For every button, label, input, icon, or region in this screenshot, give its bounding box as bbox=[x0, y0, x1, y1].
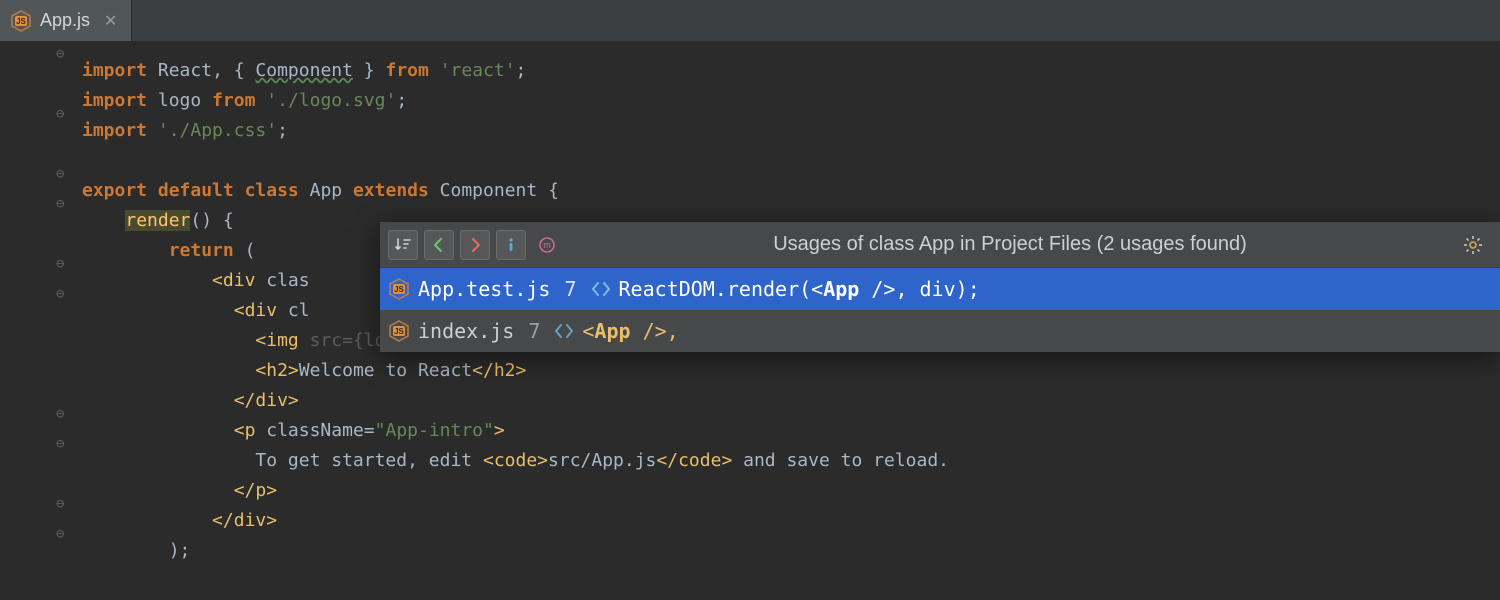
tag-h2: h2 bbox=[266, 360, 288, 381]
tag-angle-icon bbox=[554, 321, 574, 341]
tag-h2-close: h2 bbox=[494, 360, 516, 381]
fold-marker[interactable]: ⊖ bbox=[56, 46, 64, 62]
prev-occurrence-icon[interactable] bbox=[424, 230, 454, 260]
tag-div: div bbox=[223, 270, 256, 291]
info-icon[interactable] bbox=[496, 230, 526, 260]
tag-p-close: p bbox=[255, 480, 266, 501]
text-srcappjs: src/App.js bbox=[548, 450, 656, 471]
id-react: React bbox=[158, 60, 212, 81]
id-component: Component bbox=[255, 60, 353, 81]
str-appcss: './App.css' bbox=[158, 120, 277, 141]
kw-class: class bbox=[245, 180, 299, 201]
next-occurrence-icon[interactable] bbox=[460, 230, 490, 260]
fold-marker[interactable]: ⊖ bbox=[56, 406, 64, 422]
kw-import: import bbox=[82, 120, 147, 141]
sort-icon[interactable] bbox=[388, 230, 418, 260]
tag-div: div bbox=[245, 300, 278, 321]
fold-marker[interactable]: ⊖ bbox=[56, 526, 64, 542]
tag-div-close: div bbox=[234, 510, 267, 531]
text-welcome: Welcome to React bbox=[299, 360, 472, 381]
id-component: Component bbox=[440, 180, 538, 201]
usage-code: <App />, bbox=[582, 319, 678, 343]
kw-import: import bbox=[82, 90, 147, 111]
kw-return: return bbox=[169, 240, 234, 261]
usage-line: 7 bbox=[564, 277, 576, 301]
attr-classname-partial: clas bbox=[266, 270, 309, 291]
usage-row[interactable]: JS index.js 7 <App />, bbox=[380, 310, 1500, 352]
kw-from: from bbox=[212, 90, 255, 111]
popup-toolbar: m Usages of class App in Project Files (… bbox=[380, 222, 1500, 268]
usage-line: 7 bbox=[528, 319, 540, 343]
usage-row[interactable]: JS App.test.js 7 ReactDOM.render(<App />… bbox=[380, 268, 1500, 310]
tag-code-close: code bbox=[678, 450, 721, 471]
close-icon[interactable]: ✕ bbox=[104, 11, 117, 31]
module-icon[interactable]: m bbox=[532, 230, 562, 260]
svg-text:m: m bbox=[543, 240, 551, 250]
fold-marker[interactable]: ⊖ bbox=[56, 166, 64, 182]
gutter: ⊖ ⊖ ⊖ ⊖ ⊖ ⊖ ⊖ ⊖ ⊖ ⊖ bbox=[0, 42, 72, 566]
fold-marker[interactable]: ⊖ bbox=[56, 496, 64, 512]
usage-file: index.js bbox=[418, 319, 514, 343]
usage-file: App.test.js bbox=[418, 277, 550, 301]
svg-text:JS: JS bbox=[16, 17, 26, 26]
kw-from: from bbox=[385, 60, 428, 81]
kw-import: import bbox=[82, 60, 147, 81]
js-file-icon: JS bbox=[388, 278, 410, 300]
tag-p: p bbox=[245, 420, 256, 441]
tag-div-close: div bbox=[255, 390, 288, 411]
editor-tab[interactable]: JS App.js ✕ bbox=[0, 0, 132, 41]
svg-text:JS: JS bbox=[394, 285, 404, 294]
tag-angle-icon bbox=[591, 279, 611, 299]
popup-title: Usages of class App in Project Files (2 … bbox=[568, 233, 1452, 256]
fn-render: render bbox=[125, 210, 190, 231]
svg-text:JS: JS bbox=[394, 327, 404, 336]
attr-classname: className bbox=[266, 420, 364, 441]
tag-img: img bbox=[266, 330, 299, 351]
fold-marker[interactable]: ⊖ bbox=[56, 106, 64, 122]
js-file-icon: JS bbox=[388, 320, 410, 342]
find-usages-popup: m Usages of class App in Project Files (… bbox=[380, 222, 1500, 352]
str-react: 'react' bbox=[440, 60, 516, 81]
id-logo: logo bbox=[158, 90, 201, 111]
id-app: App bbox=[310, 180, 343, 201]
fold-marker[interactable]: ⊖ bbox=[56, 436, 64, 452]
text-getstarted1: To get started, edit bbox=[255, 450, 483, 471]
text-getstarted2: and save to reload. bbox=[732, 450, 949, 471]
fold-marker[interactable]: ⊖ bbox=[56, 286, 64, 302]
kw-extends: extends bbox=[353, 180, 429, 201]
kw-export: export bbox=[82, 180, 147, 201]
kw-default: default bbox=[158, 180, 234, 201]
usage-code: ReactDOM.render(<App />, div); bbox=[619, 277, 980, 301]
str-logosvg: './logo.svg' bbox=[266, 90, 396, 111]
gear-icon[interactable] bbox=[1458, 230, 1488, 260]
fold-marker[interactable]: ⊖ bbox=[56, 196, 64, 212]
tab-bar: JS App.js ✕ bbox=[0, 0, 1500, 42]
fold-marker[interactable]: ⊖ bbox=[56, 256, 64, 272]
attr-classname-partial: cl bbox=[288, 300, 310, 321]
tag-code: code bbox=[494, 450, 537, 471]
tab-filename: App.js bbox=[40, 10, 90, 31]
str-appintro: "App-intro" bbox=[375, 420, 494, 441]
js-file-icon: JS bbox=[10, 10, 32, 32]
